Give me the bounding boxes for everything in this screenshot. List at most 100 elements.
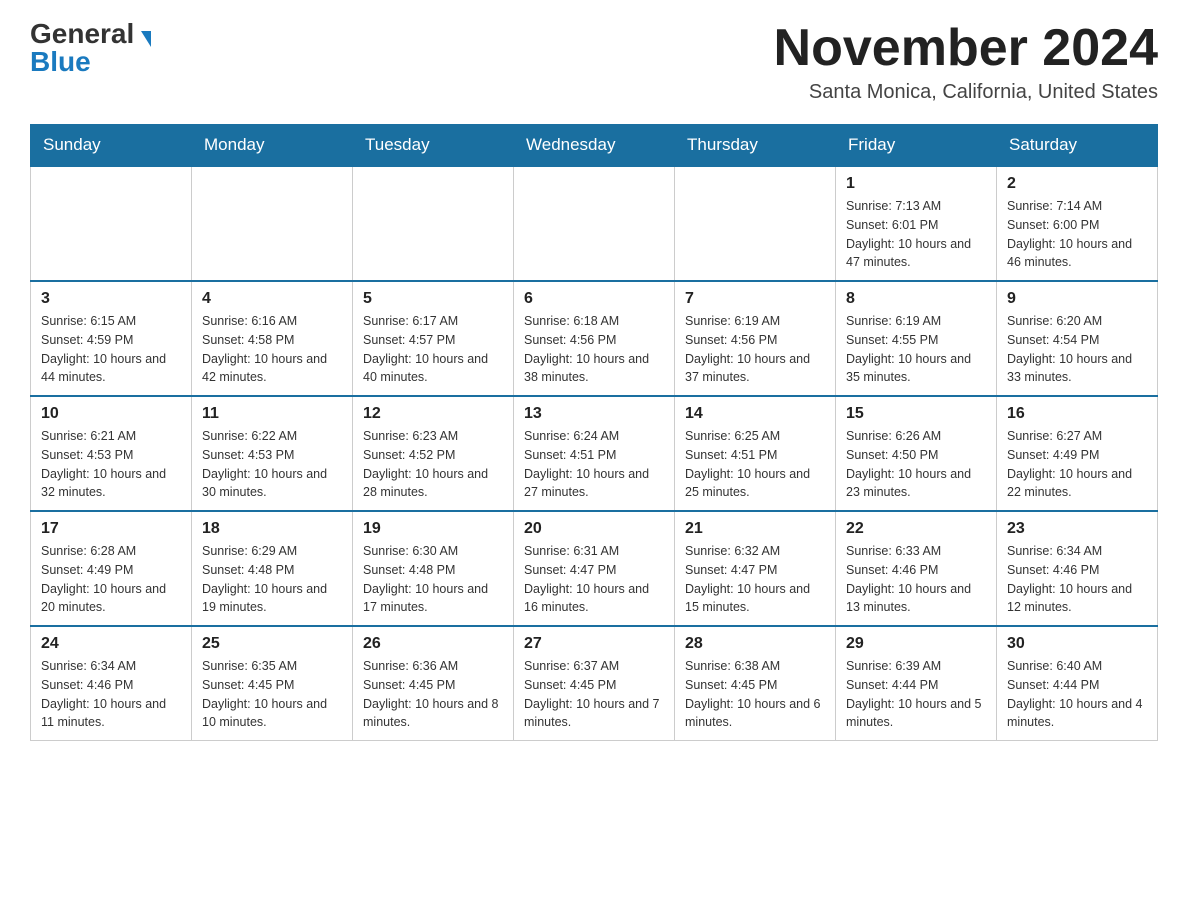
day-info: Sunrise: 6:35 AMSunset: 4:45 PMDaylight:… xyxy=(202,657,342,732)
calendar-cell xyxy=(675,166,836,281)
calendar-cell: 15Sunrise: 6:26 AMSunset: 4:50 PMDayligh… xyxy=(836,396,997,511)
calendar-cell: 6 Sunrise: 6:18 AMSunset: 4:56 PMDaylight… xyxy=(514,281,675,396)
day-info: Sunrise: 6:24 AMSunset: 4:51 PMDaylight:… xyxy=(524,427,664,502)
day-info: Sunrise: 6:22 AMSunset: 4:53 PMDaylight:… xyxy=(202,427,342,502)
day-number: 21 xyxy=(685,520,825,538)
logo-triangle-icon xyxy=(141,31,151,47)
day-number: 14 xyxy=(685,405,825,423)
day-info: Sunrise: 6:40 AMSunset: 4:44 PMDaylight:… xyxy=(1007,657,1147,732)
day-number: 4 xyxy=(202,290,342,308)
day-number: 9 xyxy=(1007,290,1147,308)
day-info: Sunrise: 6:38 AMSunset: 4:45 PMDaylight:… xyxy=(685,657,825,732)
day-number: 23 xyxy=(1007,520,1147,538)
day-info: Sunrise: 6:18 AMSunset: 4:56 PMDaylight:… xyxy=(524,312,664,387)
week-row-2: 3Sunrise: 6:15 AMSunset: 4:59 PMDaylight… xyxy=(31,281,1158,396)
day-info: Sunrise: 6:37 AMSunset: 4:45 PMDaylight:… xyxy=(524,657,664,732)
page-header: General Blue November 2024 Santa Monica,… xyxy=(30,20,1158,104)
day-info: Sunrise: 6:21 AMSunset: 4:53 PMDaylight:… xyxy=(41,427,181,502)
column-header-monday: Monday xyxy=(192,125,353,167)
calendar-cell: 16 Sunrise: 6:27 AMSunset: 4:49 PMDayligh… xyxy=(997,396,1158,511)
day-number: 26 xyxy=(363,635,503,653)
day-number: 22 xyxy=(846,520,986,538)
day-number: 2 xyxy=(1007,175,1147,193)
calendar-cell: 4Sunrise: 6:16 AMSunset: 4:58 PMDaylight… xyxy=(192,281,353,396)
day-number: 30 xyxy=(1007,635,1147,653)
calendar-cell: 23Sunrise: 6:34 AMSunset: 4:46 PMDayligh… xyxy=(997,511,1158,626)
day-info: Sunrise: 6:36 AMSunset: 4:45 PMDaylight:… xyxy=(363,657,503,732)
calendar-cell: 24 Sunrise: 6:34 AMSunset: 4:46 PMDayligh… xyxy=(31,626,192,741)
day-info: Sunrise: 6:19 AMSunset: 4:55 PMDaylight:… xyxy=(846,312,986,387)
day-number: 29 xyxy=(846,635,986,653)
calendar-cell: 29 Sunrise: 6:39 AMSunset: 4:44 PMDayligh… xyxy=(836,626,997,741)
day-number: 13 xyxy=(524,405,664,423)
week-row-5: 24 Sunrise: 6:34 AMSunset: 4:46 PMDayligh… xyxy=(31,626,1158,741)
week-row-4: 17 Sunrise: 6:28 AMSunset: 4:49 PMDayligh… xyxy=(31,511,1158,626)
day-info: Sunrise: 6:28 AMSunset: 4:49 PMDaylight:… xyxy=(41,542,181,617)
month-title: November 2024 xyxy=(774,20,1158,77)
calendar-cell: 27 Sunrise: 6:37 AMSunset: 4:45 PMDayligh… xyxy=(514,626,675,741)
week-row-1: 1 Sunrise: 7:13 AMSunset: 6:01 PMDaylight… xyxy=(31,166,1158,281)
column-header-thursday: Thursday xyxy=(675,125,836,167)
day-number: 6 xyxy=(524,290,664,308)
day-number: 12 xyxy=(363,405,503,423)
calendar-cell: 28 Sunrise: 6:38 AMSunset: 4:45 PMDayligh… xyxy=(675,626,836,741)
calendar-cell xyxy=(514,166,675,281)
day-info: Sunrise: 6:31 AMSunset: 4:47 PMDaylight:… xyxy=(524,542,664,617)
calendar-cell: 14 Sunrise: 6:25 AMSunset: 4:51 PMDayligh… xyxy=(675,396,836,511)
day-number: 11 xyxy=(202,405,342,423)
calendar-cell: 1 Sunrise: 7:13 AMSunset: 6:01 PMDaylight… xyxy=(836,166,997,281)
day-info: Sunrise: 6:23 AMSunset: 4:52 PMDaylight:… xyxy=(363,427,503,502)
logo: General Blue xyxy=(30,20,151,76)
calendar-cell: 21 Sunrise: 6:32 AMSunset: 4:47 PMDayligh… xyxy=(675,511,836,626)
calendar-header-row: SundayMondayTuesdayWednesdayThursdayFrid… xyxy=(31,125,1158,167)
calendar-cell: 10Sunrise: 6:21 AMSunset: 4:53 PMDayligh… xyxy=(31,396,192,511)
day-number: 15 xyxy=(846,405,986,423)
week-row-3: 10Sunrise: 6:21 AMSunset: 4:53 PMDayligh… xyxy=(31,396,1158,511)
day-number: 19 xyxy=(363,520,503,538)
day-number: 5 xyxy=(363,290,503,308)
calendar-cell: 8 Sunrise: 6:19 AMSunset: 4:55 PMDaylight… xyxy=(836,281,997,396)
day-number: 27 xyxy=(524,635,664,653)
title-area: November 2024 Santa Monica, California, … xyxy=(774,20,1158,104)
day-info: Sunrise: 6:34 AMSunset: 4:46 PMDaylight:… xyxy=(41,657,181,732)
day-number: 16 xyxy=(1007,405,1147,423)
day-info: Sunrise: 6:25 AMSunset: 4:51 PMDaylight:… xyxy=(685,427,825,502)
day-info: Sunrise: 6:20 AMSunset: 4:54 PMDaylight:… xyxy=(1007,312,1147,387)
column-header-friday: Friday xyxy=(836,125,997,167)
day-info: Sunrise: 6:27 AMSunset: 4:49 PMDaylight:… xyxy=(1007,427,1147,502)
column-header-saturday: Saturday xyxy=(997,125,1158,167)
day-number: 18 xyxy=(202,520,342,538)
logo-blue-text: Blue xyxy=(30,46,91,77)
day-number: 20 xyxy=(524,520,664,538)
location-text: Santa Monica, California, United States xyxy=(774,81,1158,104)
calendar-cell: 11 Sunrise: 6:22 AMSunset: 4:53 PMDayligh… xyxy=(192,396,353,511)
day-number: 1 xyxy=(846,175,986,193)
day-number: 28 xyxy=(685,635,825,653)
day-info: Sunrise: 6:15 AMSunset: 4:59 PMDaylight:… xyxy=(41,312,181,387)
day-info: Sunrise: 7:13 AMSunset: 6:01 PMDaylight:… xyxy=(846,197,986,272)
calendar-cell: 12 Sunrise: 6:23 AMSunset: 4:52 PMDayligh… xyxy=(353,396,514,511)
day-info: Sunrise: 6:39 AMSunset: 4:44 PMDaylight:… xyxy=(846,657,986,732)
calendar-cell: 13 Sunrise: 6:24 AMSunset: 4:51 PMDayligh… xyxy=(514,396,675,511)
calendar-cell xyxy=(353,166,514,281)
calendar-cell xyxy=(192,166,353,281)
day-info: Sunrise: 6:32 AMSunset: 4:47 PMDaylight:… xyxy=(685,542,825,617)
day-info: Sunrise: 6:30 AMSunset: 4:48 PMDaylight:… xyxy=(363,542,503,617)
logo-general-text: General xyxy=(30,18,134,49)
day-number: 17 xyxy=(41,520,181,538)
calendar-cell: 30 Sunrise: 6:40 AMSunset: 4:44 PMDayligh… xyxy=(997,626,1158,741)
column-header-sunday: Sunday xyxy=(31,125,192,167)
calendar-cell: 17 Sunrise: 6:28 AMSunset: 4:49 PMDayligh… xyxy=(31,511,192,626)
calendar-cell: 22 Sunrise: 6:33 AMSunset: 4:46 PMDayligh… xyxy=(836,511,997,626)
day-number: 24 xyxy=(41,635,181,653)
day-info: Sunrise: 6:29 AMSunset: 4:48 PMDaylight:… xyxy=(202,542,342,617)
day-info: Sunrise: 7:14 AMSunset: 6:00 PMDaylight:… xyxy=(1007,197,1147,272)
calendar-cell: 7Sunrise: 6:19 AMSunset: 4:56 PMDaylight… xyxy=(675,281,836,396)
logo-bottom-line: Blue xyxy=(30,48,91,76)
day-number: 7 xyxy=(685,290,825,308)
column-header-wednesday: Wednesday xyxy=(514,125,675,167)
day-number: 8 xyxy=(846,290,986,308)
calendar-cell: 5Sunrise: 6:17 AMSunset: 4:57 PMDaylight… xyxy=(353,281,514,396)
day-info: Sunrise: 6:33 AMSunset: 4:46 PMDaylight:… xyxy=(846,542,986,617)
calendar-cell: 18 Sunrise: 6:29 AMSunset: 4:48 PMDayligh… xyxy=(192,511,353,626)
